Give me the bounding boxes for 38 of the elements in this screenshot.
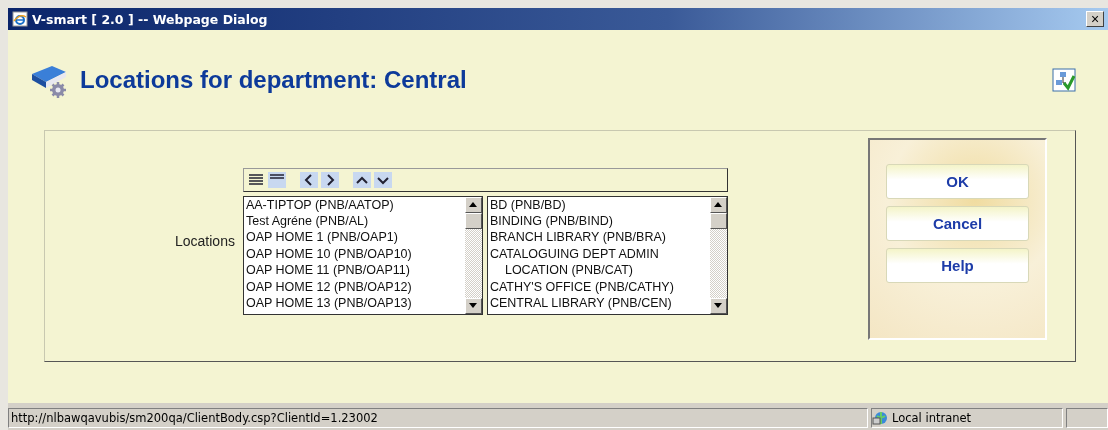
browser-icon	[12, 11, 28, 27]
scroll-up-icon[interactable]	[714, 202, 723, 207]
close-button[interactable]: ×	[1086, 11, 1104, 27]
zone-label: Local intranet	[892, 411, 972, 425]
list-option[interactable]: AA-TIPTOP (PNB/AATOP)	[243, 196, 465, 213]
list-option[interactable]: CENTRAL LIBRARY (PNB/CEN)	[487, 294, 710, 312]
list-option[interactable]: OAP HOME 12 (PNB/OAP12)	[243, 278, 465, 295]
list-option[interactable]: OAP HOME 11 (PNB/OAP11)	[243, 262, 465, 279]
status-panel	[1066, 408, 1108, 428]
scroll-up-icon[interactable]	[469, 202, 478, 207]
deselect-all-icon[interactable]	[267, 171, 286, 188]
scrollbar[interactable]	[464, 196, 482, 314]
move-down-icon[interactable]	[373, 171, 392, 188]
move-left-icon[interactable]	[299, 171, 318, 188]
field-label: Locations	[175, 233, 235, 249]
scroll-down-icon[interactable]	[714, 303, 723, 308]
tree-check-icon[interactable]	[1052, 68, 1076, 92]
window-title: V-smart [ 2.0 ] -- Webpage Dialog	[32, 11, 268, 27]
list-option[interactable]: CATHY'S OFFICE (PNB/CATHY)	[487, 278, 710, 295]
globe-icon	[872, 410, 888, 426]
scroll-down-icon[interactable]	[469, 303, 478, 308]
list-option[interactable]: OAP HOME 10 (PNB/OAP10)	[243, 245, 465, 263]
move-up-icon[interactable]	[352, 171, 371, 188]
list-option[interactable]: Test Agréne (PNB/AL)	[243, 212, 465, 230]
select-all-icon[interactable]	[246, 171, 265, 188]
list-option[interactable]: OAP HOME 1 (PNB/OAP1)	[243, 229, 465, 246]
dialog-button[interactable]: Help	[886, 248, 1029, 283]
list-option[interactable]: CATALOGUING DEPT ADMIN LOCATION (PNB/CAT)	[487, 245, 710, 279]
dialog-button[interactable]: Cancel	[886, 206, 1029, 241]
move-right-icon[interactable]	[320, 171, 339, 188]
list-option[interactable]: OAP HOME 13 (PNB/OAP13)	[243, 294, 465, 312]
status-url: http://nlbawqavubis/sm200qa/ClientBody.csp?ClientId=1.23002	[8, 408, 868, 428]
list-option[interactable]: BD (PNB/BD)	[487, 196, 710, 213]
list-option[interactable]: BINDING (PNB/BIND)	[487, 212, 710, 230]
page-heading: Locations for department: Central	[80, 66, 467, 94]
dialog-button[interactable]: OK	[886, 164, 1029, 199]
scrollbar[interactable]	[709, 196, 727, 314]
list-option[interactable]: BRANCH LIBRARY (PNB/BRA)	[487, 229, 710, 246]
